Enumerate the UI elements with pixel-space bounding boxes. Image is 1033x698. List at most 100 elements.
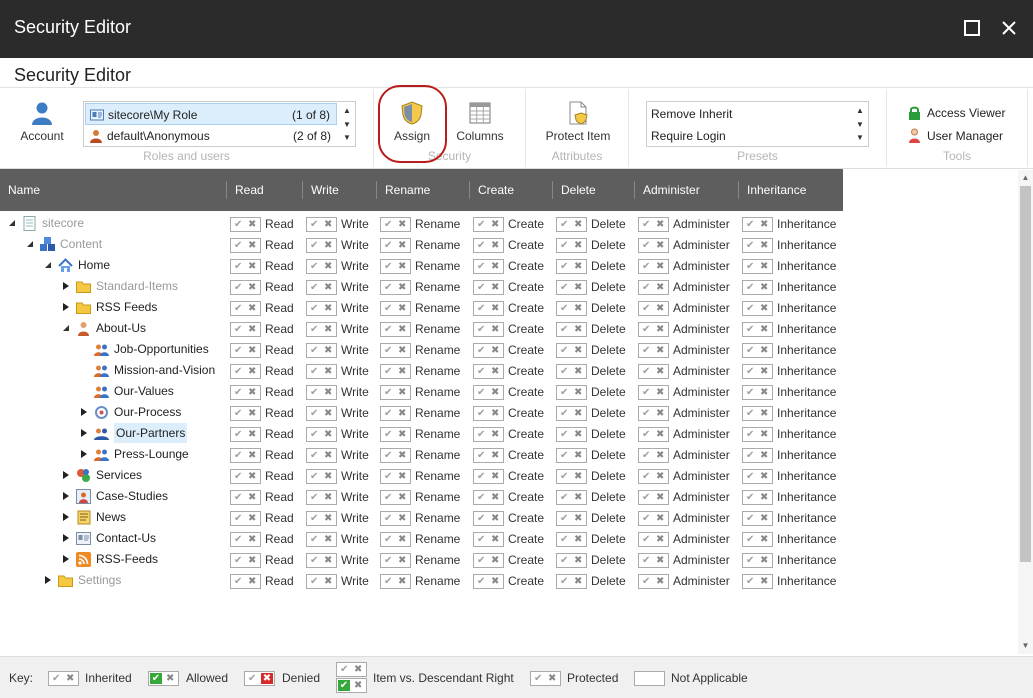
collapsed-arrow-icon[interactable]	[62, 281, 70, 291]
permission-toggle[interactable]: ✔ ✖	[473, 532, 504, 547]
permission-toggle[interactable]: ✔ ✖	[473, 511, 504, 526]
assign-button[interactable]: Assign	[386, 101, 438, 143]
permission-toggle[interactable]: ✔ ✖	[742, 532, 773, 547]
permission-toggle[interactable]: ✔ ✖	[230, 301, 261, 316]
permission-toggle[interactable]: ✔ ✖	[380, 511, 411, 526]
expanded-arrow-icon[interactable]	[44, 260, 52, 270]
permission-toggle[interactable]: ✔ ✖	[638, 490, 669, 505]
permission-toggle[interactable]: ✔ ✖	[230, 469, 261, 484]
permission-toggle[interactable]: ✔ ✖	[306, 427, 337, 442]
permission-toggle[interactable]: ✔ ✖	[742, 427, 773, 442]
tree-node-label[interactable]: Press-Lounge	[114, 444, 189, 464]
permission-toggle[interactable]: ✔ ✖	[380, 364, 411, 379]
permission-toggle[interactable]: ✔ ✖	[380, 574, 411, 589]
permission-toggle[interactable]: ✔ ✖	[556, 448, 587, 463]
permission-toggle[interactable]: ✔ ✖	[742, 553, 773, 568]
permission-toggle[interactable]: ✔ ✖	[556, 427, 587, 442]
permission-toggle[interactable]: ✔ ✖	[306, 343, 337, 358]
presets-dropdown[interactable]: ▼	[855, 133, 865, 143]
permission-toggle[interactable]: ✔ ✖	[742, 301, 773, 316]
permission-toggle[interactable]: ✔ ✖	[638, 364, 669, 379]
permission-toggle[interactable]: ✔ ✖	[473, 259, 504, 274]
scroll-down-arrow[interactable]: ▼	[1020, 640, 1031, 652]
access-viewer-link[interactable]: Access Viewer	[907, 104, 1005, 122]
permission-toggle[interactable]: ✔ ✖	[556, 259, 587, 274]
permission-toggle[interactable]: ✔ ✖	[380, 322, 411, 337]
permission-toggle[interactable]: ✔ ✖	[230, 532, 261, 547]
permission-toggle[interactable]: ✔ ✖	[230, 259, 261, 274]
permission-toggle[interactable]: ✔ ✖	[638, 574, 669, 589]
permission-toggle[interactable]: ✔ ✖	[742, 469, 773, 484]
scroll-up-arrow[interactable]: ▲	[1020, 172, 1031, 184]
tree-node-label[interactable]: sitecore	[42, 213, 84, 233]
column-header-read[interactable]: Read	[226, 181, 264, 199]
permission-toggle[interactable]: ✔ ✖	[638, 217, 669, 232]
tree-node-label[interactable]: Services	[96, 465, 142, 485]
presets-scroll-down[interactable]: ▼	[855, 120, 865, 130]
column-header-delete[interactable]: Delete	[552, 181, 596, 199]
permission-toggle[interactable]: ✔ ✖	[742, 259, 773, 274]
account-button[interactable]: Account	[16, 101, 68, 143]
tree-row[interactable]: sitecore ✔ ✖ Read ✔ ✖ Write ✔ ✖ Rename ✔ ✖ Create ✔ ✖ D…	[0, 213, 843, 234]
permission-toggle[interactable]: ✔ ✖	[473, 427, 504, 442]
permission-toggle[interactable]: ✔ ✖	[306, 301, 337, 316]
permission-toggle[interactable]: ✔ ✖	[638, 322, 669, 337]
presets-scroll-up[interactable]: ▲	[855, 106, 865, 116]
permission-toggle[interactable]: ✔ ✖	[556, 322, 587, 337]
permission-toggle[interactable]: ✔ ✖	[230, 385, 261, 400]
permission-toggle[interactable]: ✔ ✖	[473, 217, 504, 232]
permission-toggle[interactable]: ✔ ✖	[742, 217, 773, 232]
tree-row[interactable]: Standard-Items ✔ ✖ Read ✔ ✖ Write ✔ ✖ Rename ✔ ✖ Cre…	[0, 276, 843, 297]
permission-toggle[interactable]: ✔ ✖	[742, 574, 773, 589]
tree-node-label[interactable]: Our-Process	[114, 402, 181, 422]
tree-node-label[interactable]: Our-Partners	[114, 423, 188, 443]
roles-scroll-down[interactable]: ▼	[342, 120, 352, 130]
maximize-button[interactable]	[957, 14, 987, 42]
permission-toggle[interactable]: ✔ ✖	[230, 490, 261, 505]
permission-toggle[interactable]: ✔ ✖	[742, 280, 773, 295]
permission-toggle[interactable]: ✔ ✖	[742, 448, 773, 463]
permission-toggle[interactable]: ✔ ✖	[556, 301, 587, 316]
permission-toggle[interactable]: ✔ ✖	[742, 364, 773, 379]
tree-node-label[interactable]: News	[96, 507, 126, 527]
permission-toggle[interactable]: ✔ ✖	[473, 574, 504, 589]
permission-toggle[interactable]: ✔ ✖	[473, 553, 504, 568]
collapsed-arrow-icon[interactable]	[80, 449, 88, 459]
permission-toggle[interactable]: ✔ ✖	[556, 406, 587, 421]
expanded-arrow-icon[interactable]	[8, 218, 16, 228]
permission-toggle[interactable]: ✔ ✖	[306, 364, 337, 379]
tree-node-label[interactable]: Job-Opportunities	[114, 339, 209, 359]
permission-toggle[interactable]: ✔ ✖	[473, 364, 504, 379]
permission-toggle[interactable]: ✔ ✖	[380, 238, 411, 253]
permission-toggle[interactable]: ✔ ✖	[306, 259, 337, 274]
permission-toggle[interactable]: ✔ ✖	[306, 238, 337, 253]
permission-toggle[interactable]: ✔ ✖	[380, 259, 411, 274]
permission-toggle[interactable]: ✔ ✖	[306, 322, 337, 337]
preset-remove-inherit[interactable]: Remove Inherit	[651, 103, 732, 125]
tree-row[interactable]: Press-Lounge ✔ ✖ Read ✔ ✖ Write ✔ ✖ Rename ✔ ✖ Creat…	[0, 444, 843, 465]
permission-toggle[interactable]: ✔ ✖	[473, 469, 504, 484]
permission-toggle[interactable]: ✔ ✖	[473, 322, 504, 337]
columns-button[interactable]: Columns	[454, 101, 506, 143]
permission-toggle[interactable]: ✔ ✖	[230, 364, 261, 379]
column-header-inheritance[interactable]: Inheritance	[738, 181, 806, 199]
permission-toggle[interactable]: ✔ ✖	[638, 301, 669, 316]
tree-node-label[interactable]: Contact-Us	[96, 528, 156, 548]
permission-toggle[interactable]: ✔ ✖	[556, 385, 587, 400]
collapsed-arrow-icon[interactable]	[62, 470, 70, 480]
collapsed-arrow-icon[interactable]	[62, 302, 70, 312]
permission-toggle[interactable]: ✔ ✖	[556, 364, 587, 379]
collapsed-arrow-icon[interactable]	[62, 554, 70, 564]
permission-toggle[interactable]: ✔ ✖	[638, 238, 669, 253]
collapsed-arrow-icon[interactable]	[80, 407, 88, 417]
permission-toggle[interactable]: ✔ ✖	[473, 301, 504, 316]
permission-toggle[interactable]: ✔ ✖	[230, 280, 261, 295]
permission-toggle[interactable]: ✔ ✖	[230, 448, 261, 463]
permission-toggle[interactable]: ✔ ✖	[556, 343, 587, 358]
permission-toggle[interactable]: ✔ ✖	[638, 532, 669, 547]
permission-toggle[interactable]: ✔ ✖	[380, 490, 411, 505]
permission-toggle[interactable]: ✔ ✖	[556, 553, 587, 568]
permission-toggle[interactable]: ✔ ✖	[638, 385, 669, 400]
permission-toggle[interactable]: ✔ ✖	[306, 217, 337, 232]
permission-toggle[interactable]: ✔ ✖	[473, 448, 504, 463]
